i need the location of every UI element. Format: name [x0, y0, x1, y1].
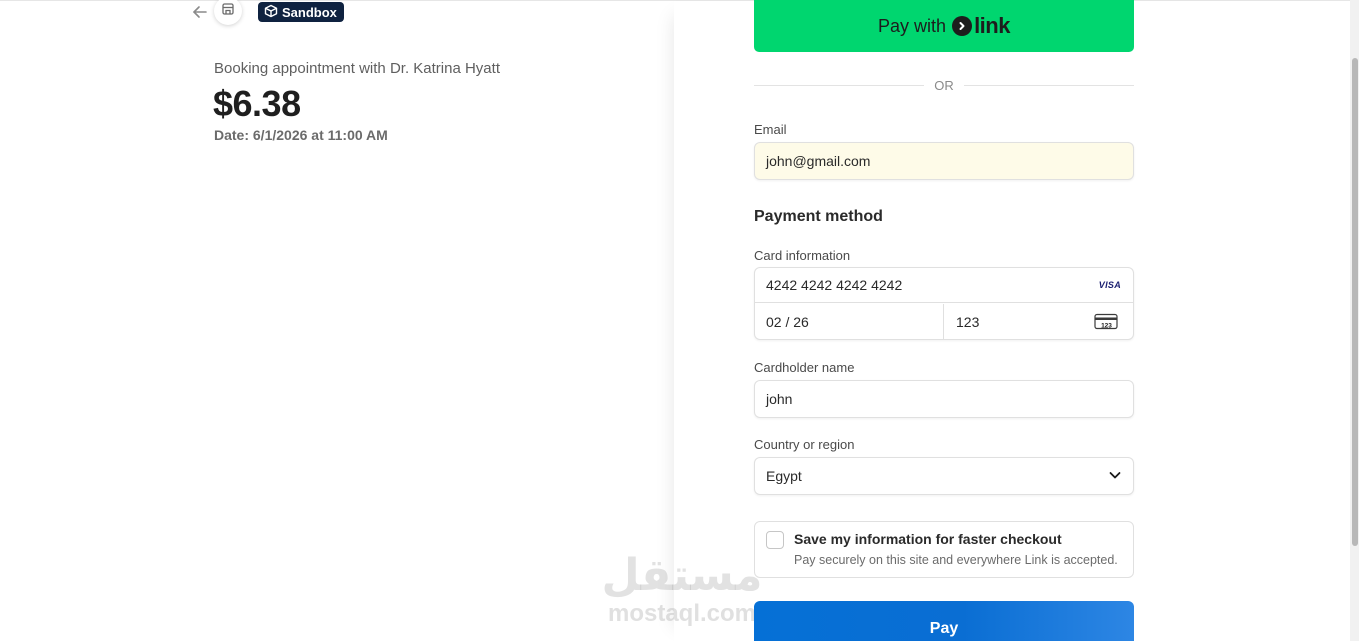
card-information-group: 4242 4242 4242 4242 VISA 02 / 26 123 123 [754, 267, 1134, 340]
sandbox-label: Sandbox [282, 4, 337, 20]
chevron-down-icon [1108, 468, 1122, 485]
cvc-input[interactable]: 123 123 [945, 304, 1133, 339]
cvc-icon-digits: 123 [1101, 323, 1112, 330]
pay-with-link-button[interactable]: Pay with link [754, 0, 1134, 52]
pay-button[interactable]: Pay [754, 601, 1134, 641]
save-info-panel: Save my information for faster checkout … [754, 521, 1134, 578]
visa-brand-icon: VISA [1098, 280, 1121, 290]
cardholder-name-field[interactable]: john [754, 380, 1134, 418]
divider-rule-right [963, 84, 1134, 86]
save-info-title: Save my information for faster checkout [794, 531, 1062, 547]
cardholder-name-label: Cardholder name [754, 360, 855, 375]
pay-with-label: Pay with [878, 15, 947, 36]
country-select[interactable]: Egypt [754, 457, 1134, 495]
chevron-right-icon [952, 16, 973, 36]
checkout-page: Sandbox Booking appointment with Dr. Kat… [0, 0, 1359, 641]
or-divider: OR [754, 76, 1134, 94]
scrollbar-thumb[interactable] [1352, 58, 1358, 546]
payment-method-heading: Payment method [754, 208, 883, 225]
expiry-value: 02 / 26 [766, 314, 809, 330]
email-field[interactable]: john@gmail.com [754, 142, 1134, 180]
or-label: OR [934, 77, 954, 93]
arrow-left-icon[interactable] [190, 2, 210, 22]
save-info-checkbox[interactable] [766, 531, 784, 549]
card-number-value: 4242 4242 4242 4242 [766, 277, 903, 293]
sandbox-badge: Sandbox [258, 2, 344, 22]
save-info-subtitle: Pay securely on this site and everywhere… [794, 553, 1118, 567]
expiry-input[interactable]: 02 / 26 [755, 304, 944, 339]
storefront-icon [221, 2, 235, 21]
country-value: Egypt [766, 468, 802, 484]
card-number-input[interactable]: 4242 4242 4242 4242 [755, 268, 1133, 303]
cvc-value: 123 [956, 314, 980, 330]
link-logo: link [952, 13, 1010, 39]
appointment-date: Date: 6/1/2026 at 11:00 AM [214, 127, 388, 143]
order-summary-pane [0, 1, 674, 641]
divider-rule-left [754, 84, 925, 86]
card-information-label: Card information [754, 248, 851, 263]
product-name: Booking appointment with Dr. Katrina Hya… [214, 60, 500, 77]
total-price: $6.38 [213, 83, 301, 124]
country-label: Country or region [754, 437, 855, 452]
link-word: link [974, 13, 1010, 38]
email-label: Email [754, 122, 787, 137]
card-back-icon: 123 [1094, 313, 1118, 334]
box-icon [264, 4, 278, 21]
